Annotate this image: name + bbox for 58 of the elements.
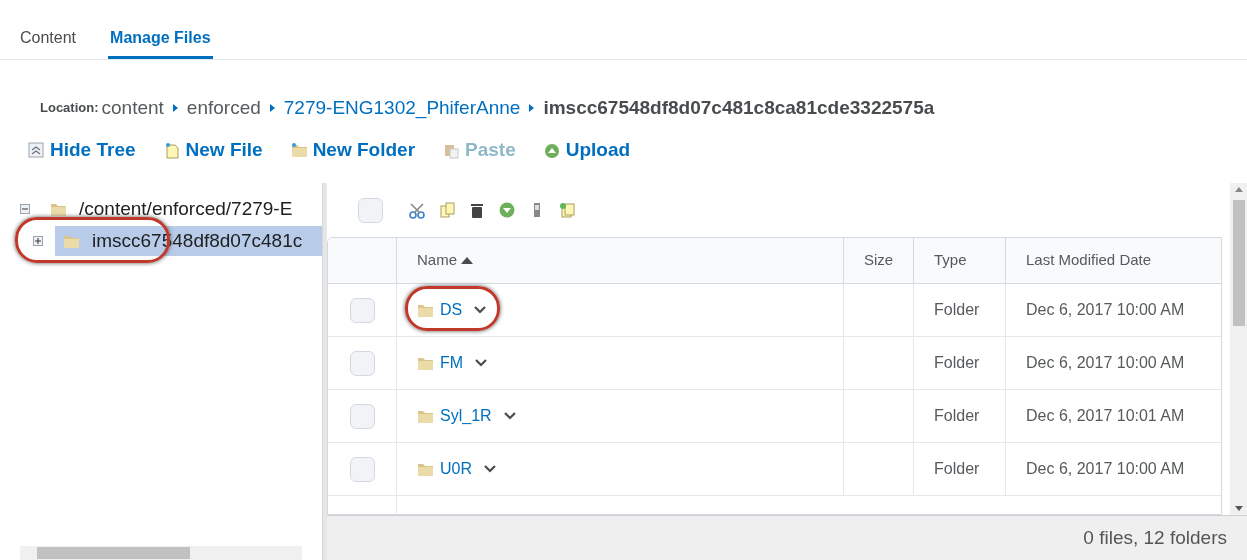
folder-link[interactable]: U0R (440, 457, 472, 481)
toolbar-button[interactable]: Hide Tree (28, 135, 136, 165)
type-cell: Folder (914, 443, 1006, 495)
row-checkbox[interactable] (349, 403, 375, 429)
vertical-scrollbar[interactable] (1230, 183, 1247, 515)
scroll-down-icon[interactable] (1234, 506, 1243, 511)
trash-icon[interactable] (469, 201, 485, 219)
current-folder: imscc67548df8d07c481c8ca81cde3322575a (543, 95, 935, 120)
row-checkbox[interactable] (349, 297, 375, 323)
column-header[interactable]: Name (397, 238, 844, 283)
date-cell-text: Dec 6, 2017 10:01 AM (1025, 406, 1186, 426)
folder-link[interactable]: Syl_1R (440, 404, 492, 428)
breadcrumb-arrow-icon (172, 104, 178, 112)
scissors-icon[interactable] (409, 201, 425, 219)
date-cell-text: Dec 6, 2017 10:00 AM (1025, 459, 1186, 479)
collapse-icon[interactable] (20, 204, 30, 214)
file-stack-icon[interactable] (559, 201, 575, 219)
dropdown-icon[interactable] (499, 201, 515, 219)
breadcrumb-arrow-icon (269, 104, 275, 112)
status-text: 0 files, 12 folders (1083, 525, 1227, 550)
column-header[interactable]: Size (844, 238, 914, 283)
toolbar-button[interactable]: New File (163, 135, 263, 165)
chevron-down-icon[interactable] (475, 359, 488, 367)
column-header[interactable]: Last Modified Date (1006, 238, 1221, 283)
date-cell-text: Dec 6, 2017 10:00 AM (1025, 300, 1186, 320)
scroll-up-icon[interactable] (1234, 187, 1243, 192)
toolbar-button[interactable]: Upload (543, 135, 631, 165)
type-cell: Folder (914, 390, 1006, 442)
scrollbar-thumb[interactable] (1232, 200, 1245, 326)
upload-icon (543, 141, 560, 159)
expand-icon[interactable] (33, 236, 43, 246)
chevron-down-icon[interactable] (474, 306, 487, 314)
breadcrumb-link[interactable]: 7279-ENG1302_PhiferAnne (283, 93, 521, 123)
new-folder-icon (290, 141, 307, 159)
folder-link[interactable]: DS (440, 298, 463, 322)
breadcrumb-arrow-icon (529, 104, 535, 112)
row-checkbox[interactable] (349, 350, 375, 376)
tab[interactable]: Manage Files (108, 0, 213, 59)
tree-node[interactable]: /content/enforced/7279-E (42, 194, 322, 224)
type-cell: Folder (914, 337, 1006, 389)
collapse-icon (28, 141, 44, 159)
horizontal-scrollbar[interactable] (20, 546, 302, 560)
chevron-down-icon[interactable] (503, 412, 516, 420)
type-cell: Folder (914, 284, 1006, 336)
breadcrumb-link[interactable]: content (101, 93, 164, 123)
location-label: Location: (40, 99, 99, 118)
chevron-down-icon[interactable] (484, 465, 496, 473)
select-all-checkbox[interactable] (358, 197, 383, 223)
tab[interactable]: Content (20, 0, 77, 59)
new-file-icon (163, 141, 180, 159)
folder-link[interactable]: FM (440, 351, 464, 375)
copy-icon[interactable] (439, 201, 455, 219)
toolbar-button[interactable]: New Folder (290, 135, 416, 165)
scrollbar-thumb[interactable] (37, 547, 190, 559)
date-cell-text: Dec 6, 2017 10:00 AM (1025, 353, 1186, 373)
row-checkbox[interactable] (349, 456, 375, 482)
column-header[interactable]: Type (914, 238, 1006, 283)
breadcrumb-link[interactable]: enforced (186, 93, 261, 123)
